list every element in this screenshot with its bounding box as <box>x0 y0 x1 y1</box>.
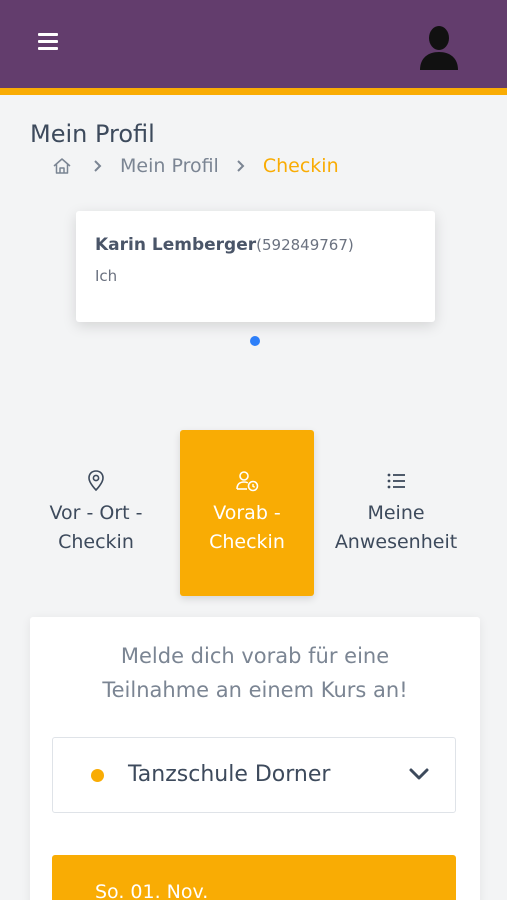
tab-advance-checkin[interactable]: Vorab - Checkin <box>180 430 314 596</box>
tab-label-line1: Meine <box>367 502 425 524</box>
member-name: Karin Lemberger <box>95 235 257 255</box>
checkin-prompt: Melde dich vorab für eine Teilnahme an e… <box>30 639 480 707</box>
breadcrumb-item-checkin: Checkin <box>262 155 339 177</box>
top-app-bar <box>0 0 507 88</box>
school-select[interactable]: Tanzschule Dorner <box>52 737 456 813</box>
member-relation: Ich <box>95 267 118 285</box>
location-pin-icon <box>88 470 104 492</box>
user-clock-icon <box>236 471 259 492</box>
tab-label-line1: Vor - Ort - <box>49 502 143 524</box>
member-name-line: Karin Lemberger(592849767) <box>95 235 354 255</box>
user-silhouette-icon[interactable] <box>414 22 464 72</box>
member-id: (592849767) <box>256 236 354 254</box>
carousel-pager-dot[interactable] <box>250 336 260 346</box>
school-status-dot <box>91 769 104 782</box>
member-card[interactable]: Karin Lemberger(592849767) Ich <box>76 211 435 322</box>
tab-label-line2: Checkin <box>58 531 134 553</box>
header-accent-stripe <box>0 88 507 95</box>
tab-my-attendance[interactable]: Meine Anwesenheit <box>329 430 463 596</box>
chevron-right-icon <box>237 160 245 172</box>
advance-checkin-panel: Melde dich vorab für eine Teilnahme an e… <box>30 617 480 900</box>
home-icon[interactable] <box>52 156 72 176</box>
tab-on-site-checkin[interactable]: Vor - Ort - Checkin <box>29 430 163 596</box>
breadcrumb: Mein Profil Checkin <box>52 154 355 178</box>
school-select-value: Tanzschule Dorner <box>128 762 331 787</box>
tab-label-line1: Vorab - <box>213 502 281 524</box>
checkin-prompt-line2: Teilnahme an einem Kurs an! <box>102 678 408 702</box>
breadcrumb-item-profile[interactable]: Mein Profil <box>120 155 219 177</box>
course-date-label: So. 01. Nov. <box>95 881 209 900</box>
page-title: Mein Profil <box>30 120 155 148</box>
hamburger-menu-icon[interactable] <box>38 33 58 51</box>
chevron-right-icon <box>94 160 102 172</box>
course-date-button[interactable]: So. 01. Nov. <box>52 855 456 900</box>
list-icon <box>387 473 405 489</box>
chevron-down-icon[interactable] <box>408 766 430 782</box>
tab-label-line2: Checkin <box>209 531 285 553</box>
tab-label-line2: Anwesenheit <box>334 531 458 553</box>
checkin-prompt-line1: Melde dich vorab für eine <box>120 644 390 668</box>
